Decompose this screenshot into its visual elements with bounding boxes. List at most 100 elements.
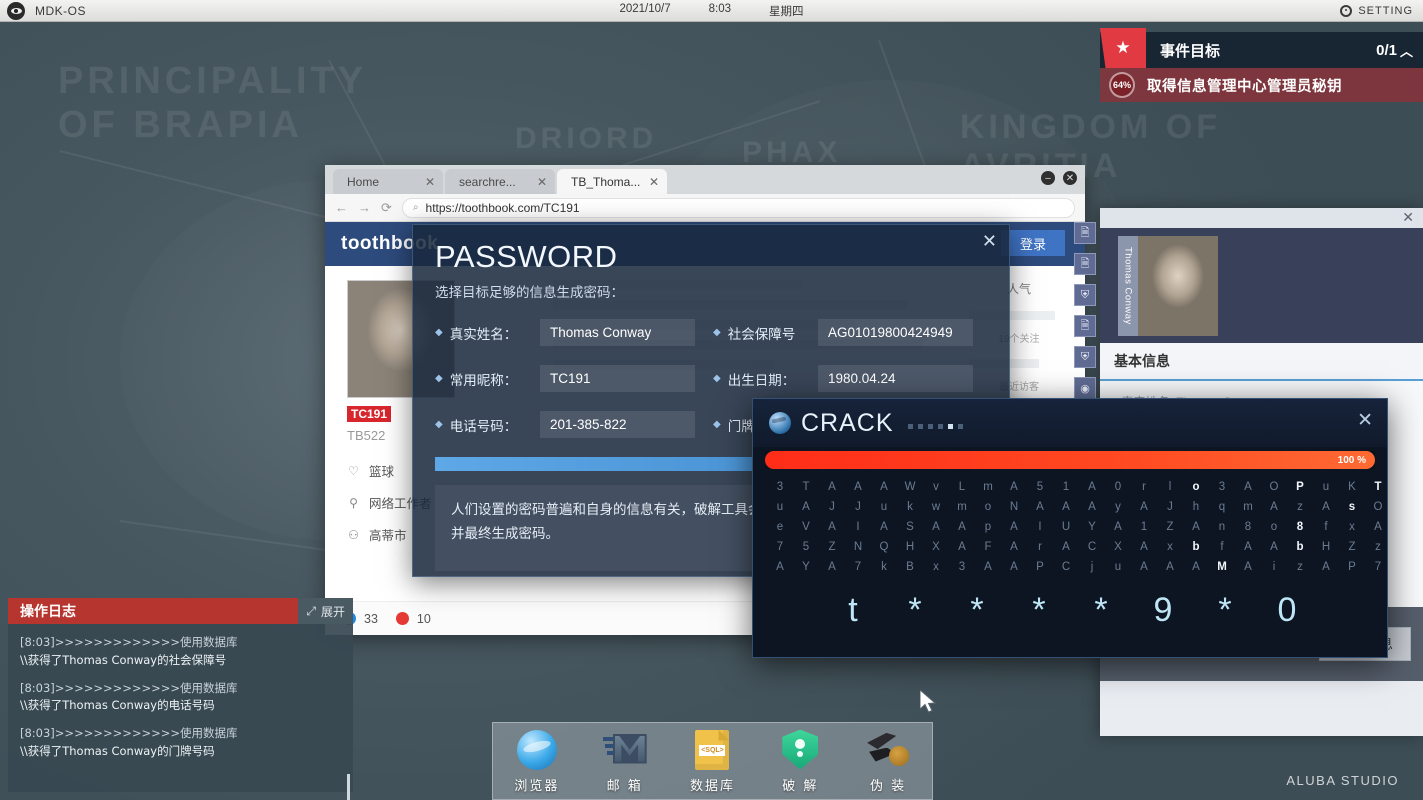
dock-app-database[interactable]: <SQL> 数据库 (674, 729, 750, 794)
log-entry: [8:03]>>>>>>>>>>>>>使用数据库 \\获得了Thomas Con… (20, 725, 341, 761)
mission-counter: 0/1 ︿ (1376, 41, 1413, 60)
browser-tab-home[interactable]: Home ✕ (333, 169, 443, 194)
gear-icon (1340, 5, 1352, 17)
tag-label: 高蒂市 (369, 525, 407, 544)
mouse-cursor (920, 690, 940, 716)
crack-grid-cell: W (897, 481, 923, 493)
field-real-name[interactable]: ◆真实姓名： Thomas Conway (435, 319, 713, 346)
crack-grid-cell: z (1365, 541, 1391, 553)
system-weekday: 星期四 (769, 3, 804, 19)
login-button[interactable]: 登录 (1001, 230, 1065, 256)
close-icon[interactable]: ✕ (1402, 209, 1414, 226)
tab-label: TB_Thoma... (571, 175, 640, 189)
field-nickname[interactable]: ◆常用昵称： TC191 (435, 365, 713, 392)
nickname-tag: TC191 (347, 406, 391, 422)
crack-grid-cell: j (1079, 561, 1105, 573)
crack-grid-cell: P (1287, 481, 1313, 493)
crack-grid-cell: I (845, 521, 871, 533)
crack-grid-cell: A (871, 481, 897, 493)
close-icon[interactable]: ✕ (649, 175, 659, 189)
shield-icon[interactable]: ⛨ (1074, 284, 1096, 306)
mission-objective-row[interactable]: 64% 取得信息管理中心管理员秘钥 (1100, 68, 1423, 102)
close-icon[interactable]: ✕ (425, 175, 435, 189)
log-entry-meta: [8:03]>>>>>>>>>>>>>使用数据库 (20, 680, 341, 698)
close-button[interactable]: ✕ (1063, 171, 1077, 185)
password-dialog-subtitle: 选择目标足够的信息生成密码： (435, 281, 1009, 301)
crack-grid-cell: 1 (1053, 481, 1079, 493)
forward-icon[interactable]: → (358, 200, 371, 215)
crack-grid-cell: u (767, 501, 793, 513)
crack-grid-cell: Z (819, 541, 845, 553)
log-expand-button[interactable]: ⤢ 展开 (298, 598, 353, 624)
dock-app-mail[interactable]: 邮 箱 (587, 729, 663, 794)
back-icon[interactable]: ← (335, 200, 348, 215)
crack-grid-cell: A (1053, 541, 1079, 553)
crack-grid-cell: A (1079, 481, 1105, 493)
dock-app-crack[interactable]: 破 解 (762, 729, 838, 794)
globe-icon[interactable]: ◉ (1074, 377, 1096, 399)
crack-grid-cell: f (1209, 541, 1235, 553)
map-label: DRIORD (515, 122, 657, 157)
document-icon[interactable]: 🗎 (1074, 315, 1096, 337)
crack-grid-cell: w (923, 501, 949, 513)
mission-header[interactable]: ★ 事件目标 0/1 ︿ (1100, 32, 1423, 68)
crack-grid-cell: r (1131, 481, 1157, 493)
minimize-button[interactable]: – (1041, 171, 1055, 185)
document-icon[interactable]: 🗎 (1074, 253, 1096, 275)
crack-grid-cell: h (1183, 501, 1209, 513)
crack-grid-cell: A (1313, 561, 1339, 573)
heart-reaction-icon[interactable] (396, 612, 409, 625)
shield-icon[interactable]: ⛨ (1074, 346, 1096, 368)
close-icon[interactable]: ✕ (537, 175, 547, 189)
crack-grid-cell: A (1131, 541, 1157, 553)
dock-app-browser[interactable]: 浏览器 (499, 729, 575, 794)
crack-grid-cell: A (1235, 541, 1261, 553)
field-label: ◆出生日期： (713, 369, 818, 389)
field-social-security[interactable]: ◆社会保障号 AG01019800424949 (713, 319, 991, 346)
crack-grid-cell: N (845, 541, 871, 553)
crack-grid-cell: k (897, 501, 923, 513)
star-icon: ★ (1100, 28, 1146, 68)
crack-grid-cell: A (1105, 521, 1131, 533)
chevron-up-icon[interactable]: ︿ (1400, 41, 1413, 60)
person-panel-titlebar: ✕ (1100, 208, 1423, 228)
document-icon[interactable]: 🗎 (1074, 222, 1096, 244)
crack-grid-cell: 1 (1131, 521, 1157, 533)
crack-grid-cell: J (819, 501, 845, 513)
crack-grid-cell: u (1105, 561, 1131, 573)
crack-grid-group: eVAIASAA (767, 521, 975, 533)
close-icon[interactable]: ✕ (1357, 409, 1373, 432)
log-entry-result: \\获得了Thomas Conway的社会保障号 (20, 652, 341, 670)
crack-grid-cell: A (1001, 521, 1027, 533)
crack-grid-cell: 0 (1105, 481, 1131, 493)
crack-grid-cell: A (1079, 501, 1105, 513)
browser-icon (517, 730, 557, 770)
close-icon[interactable]: ✕ (982, 231, 997, 252)
globe-icon (769, 412, 791, 434)
crack-grid-cell: A (1261, 541, 1287, 553)
crack-grid-cell: Z (1339, 541, 1365, 553)
mission-counter-value: 0/1 (1376, 42, 1397, 59)
taskbar-dock: 浏览器 邮 箱 <SQL> 数据库 破 解 伪 装 (492, 722, 933, 800)
field-value: AG01019800424949 (818, 319, 973, 346)
log-scrollbar[interactable] (347, 774, 350, 800)
dock-label: 破 解 (762, 775, 838, 794)
crack-grid-cell: A (793, 501, 819, 513)
browser-tab-searchresult[interactable]: searchre... ✕ (445, 169, 555, 194)
field-phone[interactable]: ◆电话号码： 201-385-822 (435, 411, 713, 438)
dock-app-disguise[interactable]: 伪 装 (850, 729, 926, 794)
crack-grid-cell: u (871, 501, 897, 513)
crack-grid-cell: A (1183, 561, 1209, 573)
browser-tab-profile[interactable]: TB_Thoma... ✕ (557, 169, 667, 194)
crack-grid-cell: k (871, 561, 897, 573)
field-birthdate[interactable]: ◆出生日期： 1980.04.24 (713, 365, 991, 392)
mission-title: 事件目标 (1160, 40, 1220, 61)
url-input[interactable]: ⌕ https://toothbook.com/TC191 (402, 198, 1075, 218)
reload-icon[interactable]: ⟳ (381, 200, 392, 216)
crack-grid-cell: A (845, 481, 871, 493)
crack-grid-cell: 8 (1235, 521, 1261, 533)
crack-grid-cell: s (1339, 501, 1365, 513)
person-section-title: 基本信息 (1100, 343, 1423, 381)
tab-label: Home (347, 175, 379, 189)
crack-header: CRACK ✕ (753, 399, 1387, 447)
